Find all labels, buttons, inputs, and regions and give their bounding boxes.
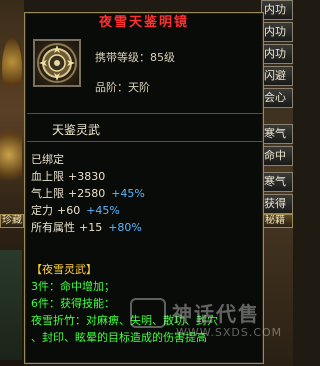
stat-label: 血上限 xyxy=(31,170,64,183)
watermark-url: WWW.SXDS.COM xyxy=(176,326,283,339)
left-tab-bar[interactable]: 珍藏 xyxy=(0,214,24,228)
background-ornament xyxy=(0,120,22,190)
set-title: 【夜雪灵武】 xyxy=(31,263,97,276)
carry-level: 携带等级：85级 xyxy=(95,51,175,64)
stat-label: 所有属性 xyxy=(31,221,75,234)
stat-value: +3830 xyxy=(68,170,106,183)
side-menu-item[interactable]: 寒气 xyxy=(261,124,293,144)
side-menu-item[interactable]: 内功 xyxy=(261,0,293,20)
watermark-name: 神话代售 xyxy=(172,302,260,326)
attribute-list: 已绑定 血上限 +3830 气上限 +2580 +45% 定力 +60 +45% 所有属性… xyxy=(31,151,259,236)
stat-row: 气上限 +2580 +45% xyxy=(31,185,259,202)
bound-status: 已绑定 xyxy=(31,153,64,166)
side-menu-top: 内功 内功 内功 闪避 会心 xyxy=(261,0,293,110)
set-name: 天鉴灵武 xyxy=(52,123,101,137)
divider xyxy=(27,141,263,142)
watermark: 神话代售 WWW.SXDS.COM xyxy=(120,296,290,356)
set-bonus-3: 3件：命中增加； xyxy=(31,280,115,293)
background-ornament xyxy=(2,38,22,98)
side-menu-item[interactable]: 命中 xyxy=(261,146,293,166)
item-icon-frame xyxy=(33,39,81,87)
background-scenery xyxy=(0,250,22,360)
divider xyxy=(27,113,263,114)
right-tab-bar[interactable]: 秘籍 xyxy=(263,214,293,228)
stat-value: +2580 xyxy=(68,187,106,200)
stat-row: 所有属性 +15 +80% xyxy=(31,219,259,236)
side-menu-mid: 寒气 命中 xyxy=(261,124,293,168)
side-menu-item[interactable]: 内功 xyxy=(261,44,293,64)
stat-label: 定力 xyxy=(31,204,53,217)
stat-value: +15 xyxy=(79,221,103,234)
item-title: 夜雪天鉴明镜 xyxy=(98,15,189,30)
side-menu-item[interactable]: 内功 xyxy=(261,22,293,42)
stat-row: 定力 +60 +45% xyxy=(31,202,259,219)
side-menu-item[interactable]: 闪避 xyxy=(261,66,293,86)
stat-row: 血上限 +3830 xyxy=(31,168,259,185)
side-menu-item[interactable]: 会心 xyxy=(261,88,293,108)
stat-label: 气上限 xyxy=(31,187,64,200)
stat-bonus: +45% xyxy=(86,204,120,217)
stat-bonus: +45% xyxy=(111,187,145,200)
side-menu-low: 寒气 获得 xyxy=(261,172,293,216)
item-rank: 品阶：天阶 xyxy=(95,81,150,94)
side-menu-item[interactable]: 寒气 xyxy=(261,172,293,192)
stat-bonus: +80% xyxy=(108,221,142,234)
stat-value: +60 xyxy=(57,204,81,217)
mirror-icon xyxy=(37,43,77,83)
watermark-logo-icon xyxy=(130,298,166,328)
side-menu-item[interactable]: 获得 xyxy=(261,194,293,214)
